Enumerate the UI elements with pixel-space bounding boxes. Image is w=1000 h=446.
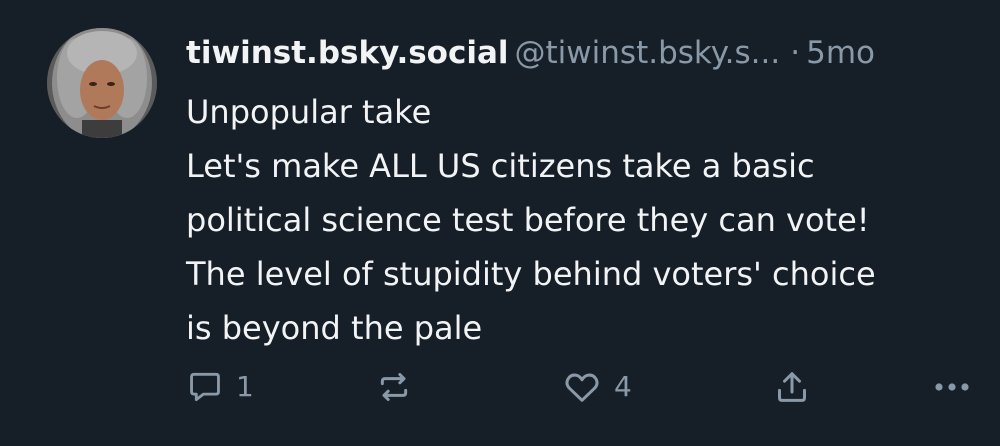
avatar[interactable] — [47, 28, 157, 138]
post-actions: 1 4 — [0, 362, 1000, 412]
avatar-image — [47, 28, 157, 138]
reply-button[interactable]: 1 — [186, 362, 254, 412]
separator-dot: · — [790, 35, 801, 71]
share-button[interactable] — [772, 362, 812, 412]
repost-icon — [380, 373, 408, 401]
post-timestamp[interactable]: 5mo — [806, 35, 875, 71]
heart-icon — [565, 373, 599, 402]
more-icon — [935, 383, 969, 391]
post-card: tiwinst.bsky.social @tiwinst.bsky.s... · 5m… — [0, 0, 1000, 446]
display-name[interactable]: tiwinst.bsky.social — [186, 35, 509, 71]
reply-count: 1 — [236, 370, 254, 403]
share-icon — [778, 372, 806, 402]
repost-button[interactable] — [374, 362, 414, 412]
post-text: Unpopular take Let's make ALL US citizen… — [186, 93, 876, 347]
post-header: tiwinst.bsky.social @tiwinst.bsky.s... · 5m… — [186, 30, 1000, 76]
like-count: 4 — [614, 370, 632, 403]
more-options-button[interactable] — [930, 362, 976, 412]
user-handle[interactable]: @tiwinst.bsky.s... — [515, 35, 781, 71]
comment-icon — [190, 372, 220, 402]
like-button[interactable]: 4 — [562, 362, 632, 412]
